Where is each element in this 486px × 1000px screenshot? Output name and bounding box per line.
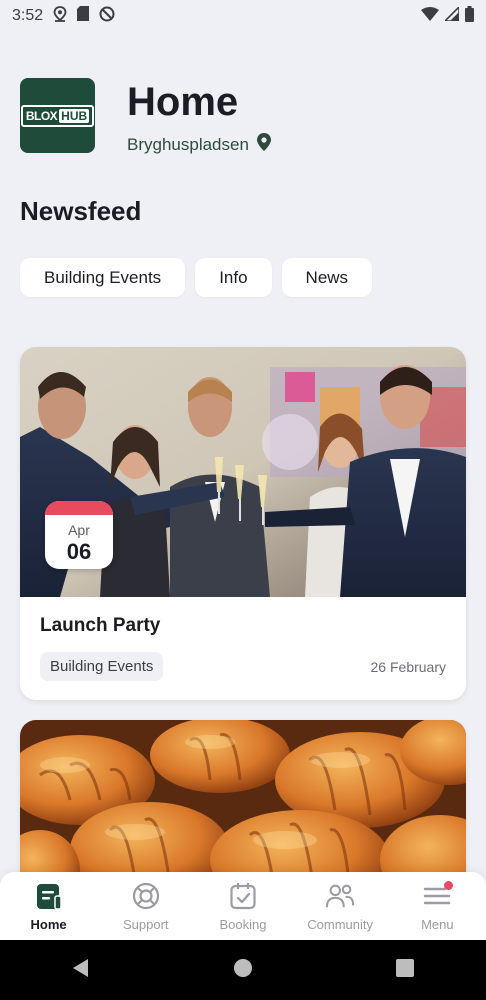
location-pin-icon bbox=[53, 5, 67, 27]
map-pin-icon bbox=[256, 133, 271, 156]
event-date-badge: Apr 06 bbox=[45, 501, 113, 569]
menu-icon bbox=[422, 881, 454, 911]
nav-item-booking[interactable]: Booking bbox=[194, 872, 291, 940]
filter-chips: Building Events Info News bbox=[20, 258, 373, 297]
status-bar: 3:52 bbox=[0, 0, 486, 32]
battery-icon bbox=[465, 5, 474, 27]
news-card[interactable]: Apr 06 Launch Party Building Events 26 F… bbox=[20, 347, 466, 700]
system-navigation-bar bbox=[0, 940, 486, 1000]
logo-text-hub: HUB bbox=[59, 108, 90, 123]
notification-dot bbox=[444, 881, 454, 890]
recents-icon[interactable] bbox=[395, 958, 415, 983]
people-icon bbox=[325, 881, 355, 911]
filter-chip-info[interactable]: Info bbox=[195, 258, 272, 297]
card-title: Launch Party bbox=[40, 615, 161, 636]
nav-label-booking: Booking bbox=[219, 917, 267, 932]
home-circle-icon[interactable] bbox=[233, 958, 253, 983]
filter-chip-news[interactable]: News bbox=[281, 258, 373, 297]
nav-label-community: Community bbox=[307, 917, 374, 932]
location-name: Bryghuspladsen bbox=[127, 134, 249, 154]
sd-card-icon bbox=[77, 6, 90, 26]
nav-label-menu: Menu bbox=[421, 917, 454, 932]
wifi-icon bbox=[421, 6, 439, 26]
signal-icon bbox=[443, 4, 460, 26]
status-time: 3:52 bbox=[12, 7, 44, 24]
bottom-navigation: Home Support Booking Community Menu bbox=[0, 872, 486, 940]
nav-item-home[interactable]: Home bbox=[0, 872, 97, 940]
nav-label-home: Home bbox=[30, 917, 67, 932]
event-date-day: 06 bbox=[66, 539, 92, 564]
location-selector[interactable]: Bryghuspladsen bbox=[127, 133, 271, 156]
bloxhub-logo[interactable]: BLOX HUB bbox=[20, 78, 95, 153]
calendar-check-icon bbox=[228, 881, 258, 911]
home-document-icon bbox=[34, 881, 64, 911]
nav-item-support[interactable]: Support bbox=[97, 872, 194, 940]
nav-item-community[interactable]: Community bbox=[292, 872, 389, 940]
card-category-tag: Building Events bbox=[40, 652, 164, 681]
back-icon[interactable] bbox=[71, 958, 91, 983]
page-title: Home bbox=[127, 80, 239, 124]
filter-chip-building-events[interactable]: Building Events bbox=[20, 258, 186, 297]
newsfeed-title: Newsfeed bbox=[20, 196, 142, 226]
no-sync-icon bbox=[99, 6, 115, 27]
lifebuoy-icon bbox=[131, 881, 161, 911]
nav-item-menu[interactable]: Menu bbox=[389, 872, 486, 940]
nav-label-support: Support bbox=[123, 917, 169, 932]
event-date-month: Apr bbox=[68, 522, 90, 538]
party-photo: Apr 06 bbox=[20, 347, 466, 597]
logo-text-blox: BLOX bbox=[25, 108, 58, 123]
card-posted-date: 26 February bbox=[370, 659, 446, 675]
header: BLOX HUB Home Bryghuspladsen bbox=[20, 78, 466, 154]
